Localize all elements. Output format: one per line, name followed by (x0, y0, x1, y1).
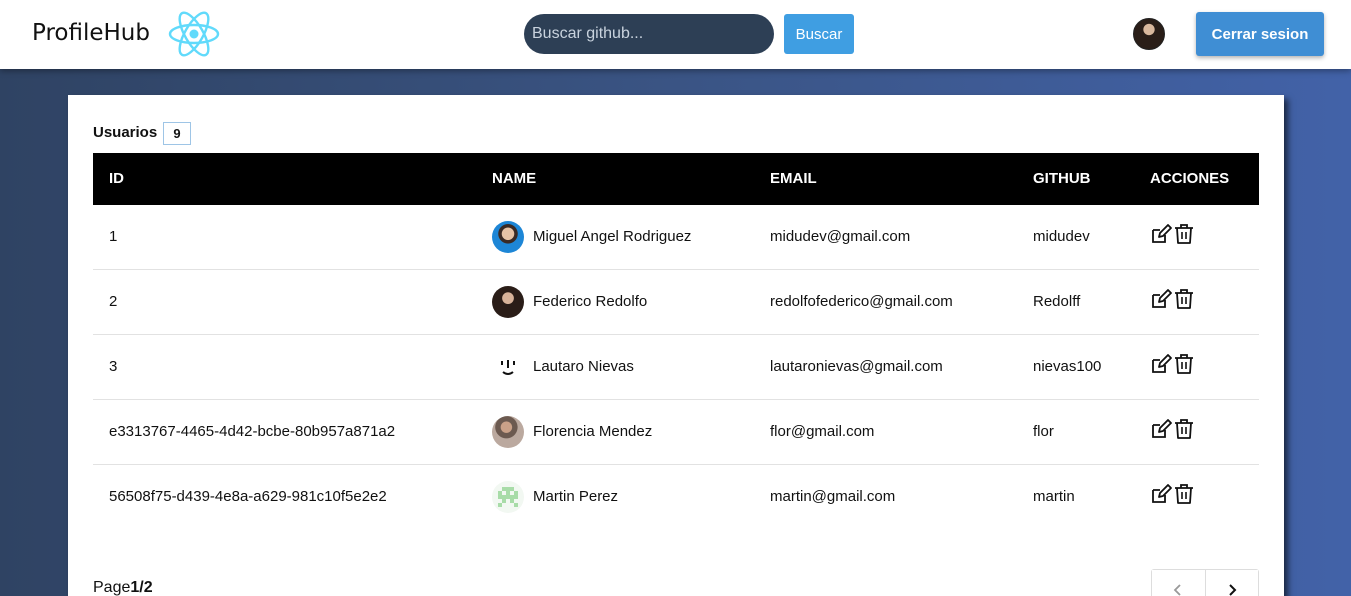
table-row: 56508f75-d439-4e8a-a629-981c10f5e2e2 Mar… (93, 465, 1259, 530)
cell-email: lautaronievas@gmail.com (770, 358, 943, 375)
logout-button[interactable]: Cerrar sesion (1196, 12, 1324, 56)
trash-icon[interactable] (1174, 223, 1194, 245)
row-actions (1150, 223, 1202, 247)
cell-email: flor@gmail.com (770, 423, 875, 440)
page-total: 2 (143, 579, 153, 596)
users-label: Usuarios (93, 124, 158, 141)
table-row: e3313767-4465-4d42-bcbe-80b957a871a2 Flo… (93, 400, 1259, 465)
page-prefix: Page (93, 579, 131, 596)
cell-id: 56508f75-d439-4e8a-a629-981c10f5e2e2 (109, 488, 387, 505)
emoji-face-icon (501, 360, 515, 375)
edit-icon[interactable] (1150, 288, 1172, 310)
cell-email: midudev@gmail.com (770, 228, 911, 245)
table-header: ID NAME EMAIL GITHUB ACCIONES (93, 153, 1259, 205)
react-logo-icon (168, 11, 220, 57)
cell-github: martin (1033, 488, 1075, 505)
cell-email: martin@gmail.com (770, 488, 896, 505)
edit-icon[interactable] (1150, 223, 1172, 245)
row-actions (1150, 288, 1202, 312)
table-row: 3 Lautaro Nievas lautaronievas@gmail.com… (93, 335, 1259, 400)
user-avatar (492, 286, 524, 318)
user-avatar (492, 481, 524, 513)
cell-name: Martin Perez (533, 488, 619, 505)
column-header-id: ID (109, 170, 124, 187)
brand-title[interactable]: ProfileHub (32, 20, 150, 46)
cell-name: Lautaro Nievas (533, 358, 634, 375)
cell-id: 3 (109, 358, 118, 375)
cell-id: 1 (109, 228, 118, 245)
search-input[interactable] (524, 14, 774, 54)
row-actions (1150, 483, 1202, 507)
search-button[interactable]: Buscar (784, 14, 854, 54)
next-page-button[interactable] (1204, 570, 1258, 596)
cell-name: Miguel Angel Rodriguez (533, 228, 692, 245)
user-avatar[interactable] (1133, 18, 1165, 50)
chevron-right-icon (1229, 584, 1237, 596)
cell-github: Redolff (1033, 293, 1081, 310)
edit-icon[interactable] (1150, 353, 1172, 375)
cell-github: midudev (1033, 228, 1090, 245)
page-current: 1 (130, 579, 140, 596)
cell-id: e3313767-4465-4d42-bcbe-80b957a871a2 (109, 423, 396, 440)
trash-icon[interactable] (1174, 483, 1194, 505)
row-actions (1150, 418, 1202, 442)
table-row: 2 Federico Redolfo redolfofederico@gmail… (93, 270, 1259, 335)
table-row: 1 Miguel Angel Rodriguez midudev@gmail.c… (93, 205, 1259, 270)
edit-icon[interactable] (1150, 483, 1172, 505)
cell-name: Florencia Mendez (533, 423, 653, 440)
users-count-badge: 9 (163, 122, 191, 145)
users-panel: Usuarios 9 ID NAME EMAIL GITHUB ACCIONES… (68, 95, 1284, 596)
user-avatar (492, 221, 524, 253)
cell-email: redolfofederico@gmail.com (770, 293, 953, 310)
column-header-email: EMAIL (770, 170, 817, 187)
pagination-controls (1151, 569, 1259, 596)
column-header-name: NAME (492, 170, 537, 187)
chevron-left-icon (1174, 584, 1182, 596)
trash-icon[interactable] (1174, 353, 1194, 375)
user-avatar (492, 351, 524, 383)
cell-github: flor (1033, 423, 1054, 440)
trash-icon[interactable] (1174, 418, 1194, 440)
user-avatar (492, 416, 524, 448)
navbar: ProfileHub Buscar Cerrar sesion (0, 0, 1351, 69)
prev-page-button[interactable] (1152, 570, 1205, 596)
cell-github: nievas100 (1033, 358, 1102, 375)
cell-name: Federico Redolfo (533, 293, 648, 310)
column-header-actions: ACCIONES (1150, 170, 1230, 187)
cell-id: 2 (109, 293, 118, 310)
column-header-github: GITHUB (1033, 170, 1091, 187)
identicon-icon (498, 487, 518, 507)
edit-icon[interactable] (1150, 418, 1172, 440)
trash-icon[interactable] (1174, 288, 1194, 310)
page-indicator: Page1/2 (93, 579, 153, 596)
row-actions (1150, 353, 1202, 377)
